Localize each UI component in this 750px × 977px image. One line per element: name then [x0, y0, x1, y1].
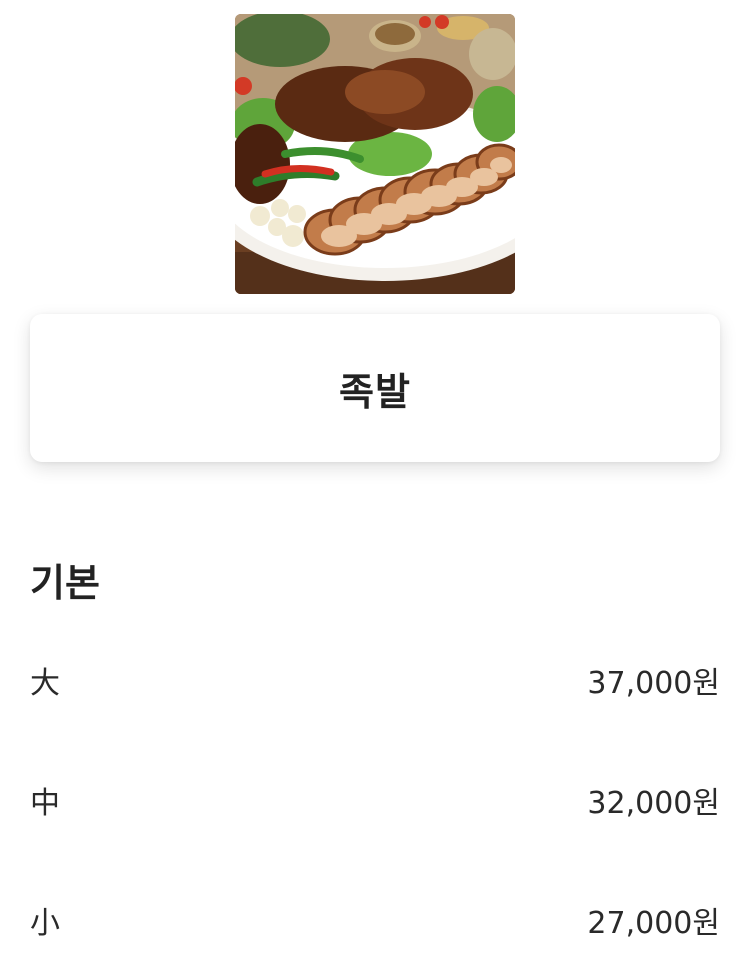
option-row-medium[interactable]: 中 32,000원 [30, 776, 720, 824]
option-size-label: 小 [30, 906, 60, 941]
section-title: 기본 [30, 561, 100, 605]
food-photo [235, 14, 515, 294]
option-price: 32,000원 [587, 786, 720, 821]
food-illustration [235, 14, 515, 294]
option-size-label: 中 [30, 786, 60, 821]
menu-detail-page: 족발 기본 大 37,000원 中 32,000원 小 27,000원 [0, 0, 750, 977]
option-price: 37,000원 [587, 666, 720, 701]
option-size-label: 大 [30, 666, 60, 701]
menu-title-card: 족발 [30, 314, 720, 462]
option-price: 27,000원 [587, 906, 720, 941]
menu-title: 족발 [339, 369, 411, 414]
option-row-large[interactable]: 大 37,000원 [30, 656, 720, 704]
option-row-small[interactable]: 小 27,000원 [30, 896, 720, 944]
